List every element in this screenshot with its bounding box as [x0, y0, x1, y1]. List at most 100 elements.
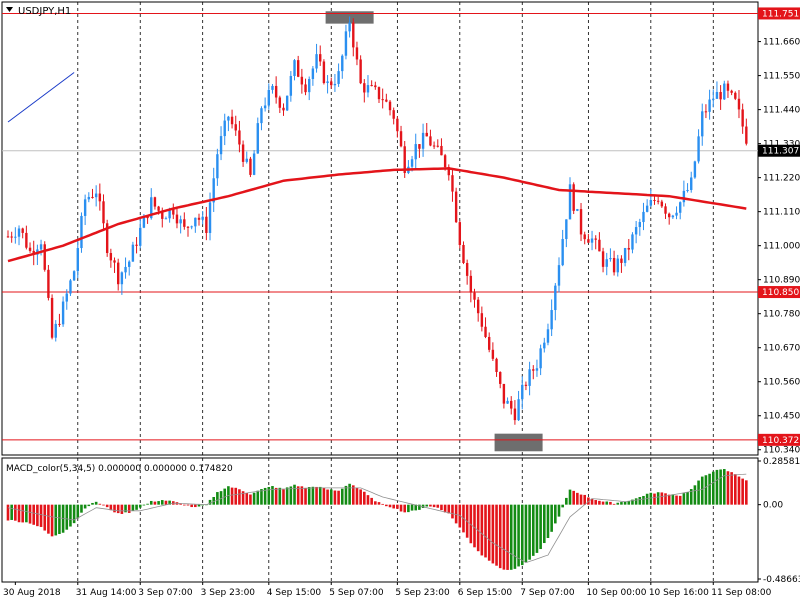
macd-bar	[671, 494, 675, 505]
candle-body	[627, 247, 630, 250]
candle-body	[649, 199, 653, 206]
price-panel[interactable]	[1, 1, 759, 456]
macd-bar	[627, 501, 631, 505]
candle-body	[561, 239, 564, 266]
candle-body	[377, 87, 381, 100]
moving-average-line[interactable]	[7, 167, 747, 263]
candle-body	[462, 244, 465, 263]
macd-bar	[730, 472, 733, 505]
triangle-down-icon[interactable]	[6, 7, 13, 12]
candle-body	[341, 55, 344, 72]
candle-body	[370, 85, 373, 87]
macd-bar	[638, 496, 642, 505]
candle-body	[521, 384, 524, 400]
candle-body	[47, 269, 50, 298]
candle-body	[425, 132, 428, 137]
macd-bar	[274, 487, 278, 505]
candle-body	[440, 145, 443, 156]
macd-bar	[72, 504, 76, 524]
candle-body	[487, 336, 491, 350]
candle-body	[605, 259, 608, 267]
time-tick-label: 5 Sep 23:00	[395, 588, 450, 598]
highlight-box-low	[494, 433, 543, 452]
macd-bar	[65, 504, 69, 530]
candle-body	[359, 59, 362, 84]
macd-bar	[216, 492, 219, 505]
macd-bar	[69, 504, 72, 527]
macd-bar	[157, 501, 160, 505]
macd-bar	[363, 491, 366, 505]
macd-bar	[153, 501, 157, 505]
macd-bar	[491, 504, 495, 564]
candle-body	[194, 217, 197, 227]
macd-bar	[667, 494, 671, 505]
price-tick-label: 111.550	[763, 72, 800, 82]
macd-tick-label: -0.486631	[763, 575, 800, 585]
candle-body	[587, 239, 590, 243]
trendline[interactable]	[7, 72, 75, 123]
candle-body	[333, 83, 337, 86]
macd-bar	[704, 475, 708, 505]
macd-bar	[531, 504, 535, 556]
candle-body	[741, 109, 744, 127]
macd-bar	[623, 501, 627, 505]
candle-body	[76, 248, 79, 272]
macd-bar	[513, 504, 517, 569]
macd-bar	[682, 493, 686, 505]
macd-bar	[612, 503, 616, 505]
candle-body	[726, 83, 730, 91]
macd-bar	[10, 504, 13, 520]
candle-body	[671, 215, 675, 218]
macd-panel[interactable]	[1, 457, 759, 583]
candle-body	[6, 236, 10, 238]
macd-bar	[715, 469, 719, 505]
macd-bar	[722, 469, 726, 505]
macd-bar	[568, 489, 572, 505]
macd-bar	[271, 486, 274, 505]
macd-bar	[649, 492, 653, 505]
macd-bar	[572, 490, 575, 505]
macd-bar	[322, 487, 326, 505]
candle-body	[238, 130, 241, 145]
candle-body	[366, 85, 370, 93]
candle-body	[484, 326, 487, 337]
macd-bar	[87, 504, 91, 507]
candle-body	[719, 91, 722, 100]
macd-bar	[348, 483, 351, 505]
candle-body	[598, 239, 601, 252]
candle-body	[638, 222, 642, 228]
macd-tick-label: 0.285817	[763, 457, 800, 467]
candle-body	[631, 234, 634, 250]
macd-bar	[576, 492, 579, 505]
candle-body	[465, 262, 469, 276]
candle-body	[219, 136, 223, 155]
candle-body	[429, 136, 432, 146]
candle-body	[69, 280, 72, 294]
price-tick-label: 111.660	[763, 38, 800, 48]
candle-body	[58, 323, 61, 325]
macd-bar	[403, 504, 407, 513]
macd-bar	[105, 504, 109, 508]
macd-bar	[429, 504, 432, 507]
candle-body	[517, 399, 520, 421]
macd-bar	[425, 504, 429, 507]
macd-bar	[524, 504, 528, 562]
price-tick-label: 110.340	[763, 446, 800, 456]
candle-body	[54, 323, 57, 338]
candle-body	[311, 68, 315, 80]
macd-bar	[17, 504, 21, 523]
macd-bar	[686, 492, 689, 505]
macd-bar	[396, 504, 399, 509]
candle-body	[557, 265, 561, 286]
macd-bar	[113, 504, 116, 513]
candle-body	[686, 189, 689, 191]
candle-body	[399, 131, 403, 147]
time-tick-label: 31 Aug 14:00	[76, 588, 137, 598]
macd-bar	[370, 497, 373, 505]
macd-bar	[326, 489, 329, 505]
candle-body	[682, 190, 686, 203]
macd-bar	[293, 484, 296, 505]
macd-bar	[25, 504, 28, 523]
macd-bar	[374, 501, 377, 505]
macd-bar	[484, 504, 487, 558]
